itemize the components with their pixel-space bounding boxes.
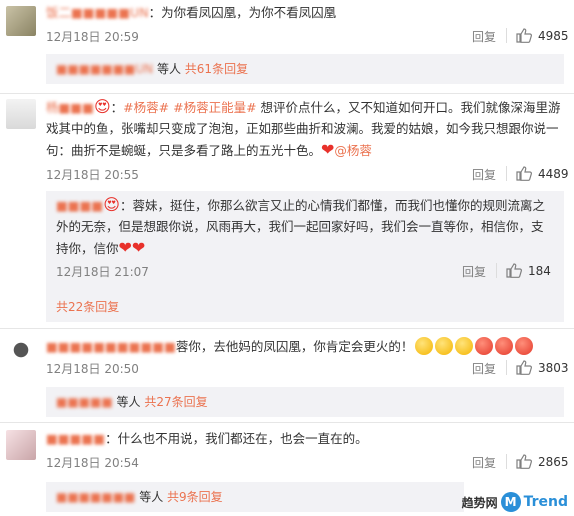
- avatar[interactable]: [6, 6, 36, 36]
- reply-button[interactable]: 回复: [472, 166, 496, 183]
- comment-text: 杨■■■😍：#杨蓉# #杨蓉正能量# 想评价点什么，又不知道如何开口。我们就像深…: [46, 97, 561, 159]
- expand-replies-link[interactable]: 共22条回复: [56, 300, 119, 314]
- comment-username[interactable]: 饭二■■■■■UN: [46, 5, 149, 20]
- comment-text: ■■■■■：什么也不用说，我们都还在，也会一直在的。: [46, 431, 368, 446]
- emoji-icon: [515, 337, 534, 355]
- emoji-icon: [435, 337, 454, 355]
- mention-link[interactable]: @杨蓉: [334, 143, 372, 158]
- reply-button[interactable]: 回复: [472, 360, 496, 377]
- comment-username[interactable]: ■■■■■■■■■■■: [46, 339, 176, 354]
- comment-time: 12月18日 20:50: [46, 362, 139, 376]
- sub-comment-time: 12月18日 21:07: [56, 265, 149, 279]
- emoji-icon: [495, 337, 514, 355]
- reply-summary[interactable]: ■■■■■■■UN 等人 共61条回复: [46, 54, 564, 84]
- reply-button[interactable]: 回复: [462, 263, 486, 280]
- divider: [0, 422, 574, 423]
- sub-comment: ■■■■😍：蓉妹，挺住，你那么欲言又止的心情我们都懂，而我们也懂你的规则流离之外…: [46, 191, 564, 292]
- like-count: 3803: [538, 360, 569, 375]
- topic-tag[interactable]: #杨蓉正能量#: [173, 100, 256, 115]
- reply-button[interactable]: 回复: [472, 28, 496, 45]
- reply-summary[interactable]: ■■■■■ 等人 共27条回复: [46, 387, 564, 417]
- divider: [0, 328, 574, 329]
- reply-button[interactable]: 回复: [472, 454, 496, 471]
- emoji-icon: [415, 337, 434, 355]
- trend-logo-icon: M: [500, 492, 521, 512]
- avatar[interactable]: [6, 430, 36, 460]
- like-button[interactable]: 4489: [516, 166, 569, 181]
- like-button[interactable]: 184: [506, 263, 551, 278]
- like-count: 2865: [538, 454, 569, 469]
- like-count: 184: [528, 263, 551, 278]
- thumbs-up-icon: [516, 28, 532, 43]
- reply-count-link[interactable]: 共9条回复: [167, 490, 223, 504]
- watermark-logo: 趋势网 M Trend: [461, 492, 568, 512]
- comment-text: ■■■■■■■■■■■蓉你，去他妈的凤囚凰，你肯定会更火的！: [46, 336, 564, 357]
- like-button[interactable]: 2865: [516, 454, 569, 469]
- topic-tag[interactable]: #杨蓉: [123, 100, 158, 115]
- like-button[interactable]: 4985: [516, 28, 569, 43]
- divider: [0, 93, 574, 94]
- like-button[interactable]: 3803: [516, 360, 569, 375]
- reply-count-link[interactable]: 共61条回复: [185, 62, 248, 76]
- sub-comment-text: ■■■■😍：蓉妹，挺住，你那么欲言又止的心情我们都懂，而我们也懂你的规则流离之外…: [56, 195, 545, 257]
- reply-count-link[interactable]: 共27条回复: [144, 395, 207, 409]
- sub-comment-username[interactable]: ■■■■: [56, 198, 103, 213]
- comment-time: 12月18日 20:55: [46, 168, 139, 182]
- comment-username[interactable]: 杨■■■: [46, 100, 94, 115]
- emoji-icon: [455, 337, 474, 355]
- like-count: 4985: [538, 28, 569, 43]
- thumbs-up-icon: [516, 166, 532, 181]
- thumbs-up-icon: [516, 360, 532, 375]
- thumbs-up-icon: [506, 263, 522, 278]
- expand-replies[interactable]: 共22条回复: [46, 292, 564, 322]
- thumbs-up-icon: [516, 454, 532, 469]
- avatar[interactable]: [6, 338, 36, 368]
- comment-time: 12月18日 20:54: [46, 456, 139, 470]
- avatar[interactable]: [6, 99, 36, 129]
- emoji-icon: [475, 337, 494, 355]
- comment-time: 12月18日 20:59: [46, 30, 139, 44]
- like-count: 4489: [538, 166, 569, 181]
- reply-summary[interactable]: ■■■■■■■ 等人 共9条回复: [46, 482, 464, 512]
- comment-text: 饭二■■■■■UN：为你看凤囚凰，为你不看凤囚凰: [46, 5, 337, 20]
- comment-username[interactable]: ■■■■■: [46, 431, 105, 446]
